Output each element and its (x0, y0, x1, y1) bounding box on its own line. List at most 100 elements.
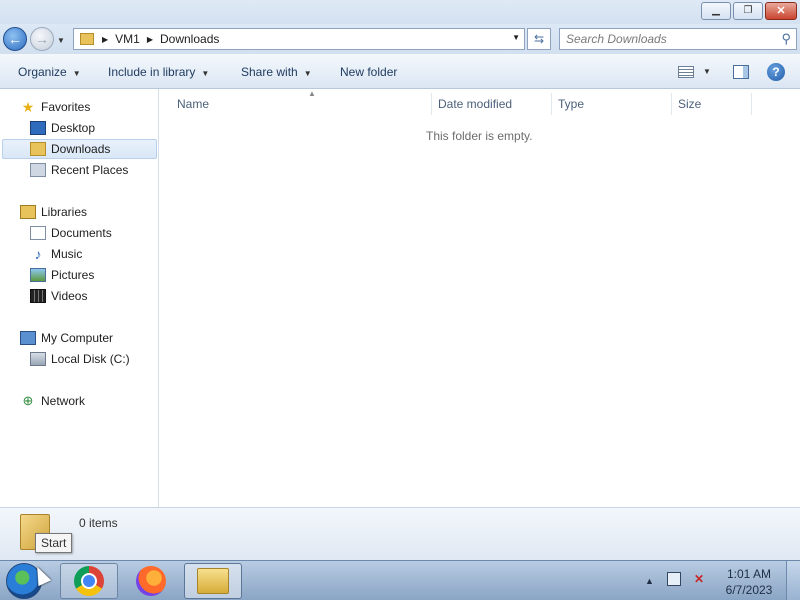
taskbar: ▲ ✕ 1:01 AM 6/7/2023 (0, 560, 800, 600)
share-with-button[interactable]: Share with ▼ (241, 65, 312, 79)
nav-videos[interactable]: Videos (30, 286, 87, 306)
chevron-down-icon: ▼ (72, 69, 81, 78)
forward-arrow-icon: → (35, 31, 49, 47)
column-header-type[interactable]: Type (552, 93, 672, 115)
address-bar[interactable]: ▶ VM1 ▶ Downloads ▼ (73, 28, 525, 50)
search-icon[interactable]: ⚲ (781, 31, 791, 47)
nav-label: Recent Places (51, 163, 129, 177)
nav-recent-places[interactable]: Recent Places (30, 160, 128, 180)
downloads-folder-icon (30, 142, 46, 156)
nav-label: My Computer (41, 331, 114, 345)
show-hidden-icons-icon[interactable]: ▲ (645, 576, 654, 586)
chrome-icon (74, 566, 104, 596)
organize-label: Organize (18, 65, 67, 79)
column-label: Type (558, 97, 585, 111)
title-bar: ▁ ❐ ✕ (0, 0, 800, 24)
nav-favorites[interactable]: ★ Favorites (20, 97, 91, 117)
breadcrumb-downloads[interactable]: Downloads (160, 32, 219, 46)
system-clock[interactable]: 1:01 AM 6/7/2023 (718, 566, 780, 598)
taskbar-chrome-button[interactable] (60, 563, 118, 599)
minimize-button[interactable]: ▁ (701, 2, 731, 20)
nav-downloads[interactable]: Downloads (2, 139, 157, 159)
chevron-down-icon: ▼ (303, 69, 312, 78)
forward-button[interactable]: → (30, 27, 54, 51)
new-folder-label: New folder (340, 65, 398, 79)
nav-label: Music (51, 247, 83, 261)
firefox-icon (136, 566, 166, 596)
column-label: Size (678, 97, 702, 111)
restore-icon: ❐ (743, 5, 753, 16)
view-options-dropdown-icon[interactable]: ▼ (703, 67, 711, 76)
clock-date: 6/7/2023 (725, 583, 773, 597)
nav-network[interactable]: ⊕ Network (20, 391, 85, 411)
empty-folder-message: This folder is empty. (426, 129, 533, 143)
include-in-library-button[interactable]: Include in library ▼ (108, 65, 209, 79)
breadcrumb-vm1[interactable]: VM1 (115, 32, 140, 46)
desktop-icon (30, 121, 46, 135)
address-row: ← → ▼ ▶ VM1 ▶ Downloads ▼ ⇆ Search Downl… (0, 24, 800, 54)
close-button[interactable]: ✕ (765, 2, 797, 20)
nav-local-disk[interactable]: Local Disk (C:) (30, 349, 130, 369)
folder-icon (80, 33, 94, 45)
file-list[interactable]: Name ▲ Date modified Type Size This folde… (160, 89, 800, 507)
nav-label: Desktop (51, 121, 96, 135)
nav-label: Network (41, 394, 86, 408)
disk-drive-icon (30, 352, 46, 366)
nav-label: Favorites (41, 100, 91, 114)
preview-pane-icon[interactable] (733, 65, 749, 79)
videos-icon (30, 289, 46, 303)
items-count: 0 items (79, 516, 118, 530)
start-tooltip: Start (35, 533, 73, 553)
back-button[interactable]: ← (3, 27, 27, 51)
pictures-icon (30, 268, 46, 282)
maximize-button[interactable]: ❐ (733, 2, 763, 20)
recent-places-icon (30, 163, 46, 177)
network-icon: ⊕ (22, 393, 34, 408)
refresh-button[interactable]: ⇆ (527, 28, 551, 50)
volume-muted-icon[interactable]: ✕ (692, 572, 706, 586)
column-header-date-modified[interactable]: Date modified (432, 93, 552, 115)
new-folder-button[interactable]: New folder (340, 65, 397, 79)
close-icon: ✕ (776, 4, 786, 17)
chevron-down-icon: ▼ (201, 69, 210, 78)
help-icon[interactable]: ? (767, 63, 785, 81)
taskbar-firefox-button[interactable] (122, 563, 180, 599)
search-input[interactable]: Search Downloads ⚲ (559, 28, 797, 50)
nav-label: Local Disk (C:) (51, 352, 130, 366)
nav-label: Documents (51, 226, 112, 240)
address-dropdown-icon[interactable]: ▼ (512, 33, 520, 42)
network-status-icon[interactable] (667, 572, 681, 586)
search-placeholder: Search Downloads (566, 32, 667, 46)
nav-label: Pictures (51, 268, 95, 282)
nav-my-computer[interactable]: My Computer (20, 328, 113, 348)
documents-icon (30, 226, 46, 240)
minimize-icon: ▁ (712, 5, 720, 16)
command-bar: Organize ▼ Include in library ▼ Share with… (0, 54, 800, 89)
nav-label: Videos (51, 289, 88, 303)
music-icon: ♪ (34, 246, 42, 262)
column-label: Name (177, 97, 210, 111)
show-desktop-button[interactable] (786, 561, 800, 600)
change-view-icon[interactable] (678, 66, 694, 78)
breadcrumb-arrow-icon[interactable]: ▶ (147, 35, 153, 44)
nav-documents[interactable]: Documents (30, 223, 112, 243)
star-icon: ★ (21, 98, 35, 115)
nav-label: Libraries (41, 205, 88, 219)
share-with-label: Share with (241, 65, 298, 79)
organize-button[interactable]: Organize ▼ (18, 65, 81, 79)
libraries-icon (20, 205, 36, 219)
nav-music[interactable]: ♪ Music (30, 244, 83, 264)
nav-pictures[interactable]: Pictures (30, 265, 94, 285)
breadcrumb-arrow-icon[interactable]: ▶ (102, 35, 108, 44)
taskbar-explorer-button[interactable] (184, 563, 242, 599)
nav-libraries[interactable]: Libraries (20, 202, 87, 222)
computer-icon (20, 331, 36, 345)
column-label: Date modified (438, 97, 513, 111)
recent-pages-dropdown[interactable]: ▼ (57, 36, 65, 45)
clock-time: 1:01 AM (726, 567, 772, 581)
column-header-size[interactable]: Size (672, 93, 752, 115)
column-header-name[interactable]: Name ▲ (171, 89, 432, 115)
nav-desktop[interactable]: Desktop (30, 118, 95, 138)
navigation-pane: ★ Favorites Desktop Downloads Recent Plac… (0, 89, 159, 507)
back-arrow-icon: ← (8, 31, 22, 47)
